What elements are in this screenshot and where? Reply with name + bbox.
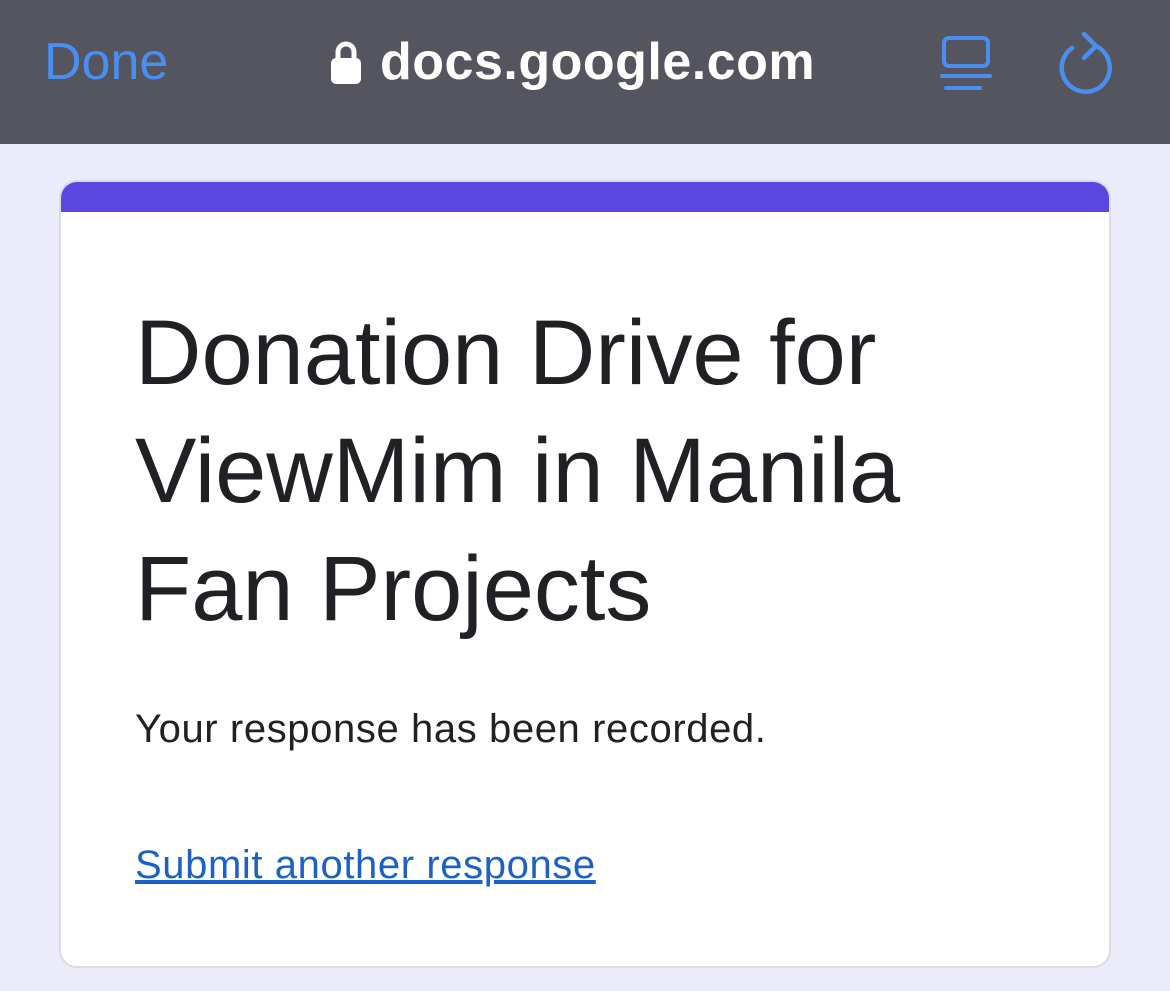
submit-another-response-link[interactable]: Submit another response: [135, 840, 596, 890]
form-title: Donation Drive for ViewMim in Manila Fan…: [135, 302, 901, 640]
reload-icon[interactable]: [1056, 30, 1116, 94]
url-text: docs.google.com: [380, 33, 816, 91]
confirmation-message: Your response has been recorded.: [135, 707, 767, 751]
address-bar[interactable]: docs.google.com: [330, 28, 815, 96]
browser-toolbar: Done docs.google.com: [0, 0, 1170, 144]
card-header-accent: [61, 182, 1109, 212]
reader-view-icon[interactable]: [938, 34, 994, 94]
lock-icon: [331, 41, 361, 84]
form-card: Donation Drive for ViewMim in Manila Fan…: [59, 180, 1111, 968]
done-button[interactable]: Done: [44, 30, 168, 94]
